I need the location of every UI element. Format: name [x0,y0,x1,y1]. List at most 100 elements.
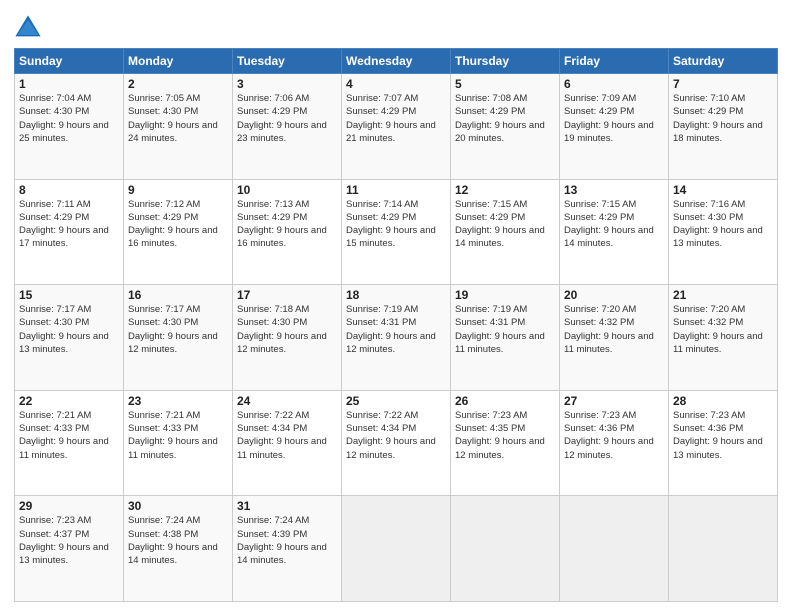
day-info: Sunrise: 7:21 AM Sunset: 4:33 PM Dayligh… [128,409,228,462]
daylight-label: Daylight: 9 hours and 19 minutes. [564,120,654,144]
day-number: 2 [128,77,228,91]
daylight-label: Daylight: 9 hours and 12 minutes. [455,436,545,460]
day-info: Sunrise: 7:05 AM Sunset: 4:30 PM Dayligh… [128,92,228,145]
daylight-label: Daylight: 9 hours and 13 minutes. [673,225,763,249]
calendar-cell: 22 Sunrise: 7:21 AM Sunset: 4:33 PM Dayl… [15,390,124,496]
calendar-cell: 5 Sunrise: 7:08 AM Sunset: 4:29 PM Dayli… [451,74,560,180]
daylight-label: Daylight: 9 hours and 15 minutes. [346,225,436,249]
day-number: 3 [237,77,337,91]
sunset-label: Sunset: 4:32 PM [673,317,743,328]
day-info: Sunrise: 7:18 AM Sunset: 4:30 PM Dayligh… [237,303,337,356]
header [14,10,778,42]
sunset-label: Sunset: 4:29 PM [19,212,89,223]
calendar-cell: 30 Sunrise: 7:24 AM Sunset: 4:38 PM Dayl… [124,496,233,602]
sunrise-label: Sunrise: 7:22 AM [237,410,309,421]
daylight-label: Daylight: 9 hours and 12 minutes. [237,331,327,355]
daylight-label: Daylight: 9 hours and 17 minutes. [19,225,109,249]
day-number: 26 [455,394,555,408]
calendar-cell: 26 Sunrise: 7:23 AM Sunset: 4:35 PM Dayl… [451,390,560,496]
day-info: Sunrise: 7:14 AM Sunset: 4:29 PM Dayligh… [346,198,446,251]
day-number: 9 [128,183,228,197]
sunset-label: Sunset: 4:30 PM [128,317,198,328]
sunrise-label: Sunrise: 7:08 AM [455,93,527,104]
sunrise-label: Sunrise: 7:12 AM [128,199,200,210]
page: SundayMondayTuesdayWednesdayThursdayFrid… [0,0,792,612]
day-info: Sunrise: 7:20 AM Sunset: 4:32 PM Dayligh… [564,303,664,356]
calendar-cell: 10 Sunrise: 7:13 AM Sunset: 4:29 PM Dayl… [233,179,342,285]
sunset-label: Sunset: 4:35 PM [455,423,525,434]
sunrise-label: Sunrise: 7:14 AM [346,199,418,210]
column-header-monday: Monday [124,49,233,74]
daylight-label: Daylight: 9 hours and 14 minutes. [237,542,327,566]
sunset-label: Sunset: 4:30 PM [673,212,743,223]
sunrise-label: Sunrise: 7:11 AM [19,199,91,210]
sunset-label: Sunset: 4:34 PM [237,423,307,434]
calendar-cell: 24 Sunrise: 7:22 AM Sunset: 4:34 PM Dayl… [233,390,342,496]
day-info: Sunrise: 7:04 AM Sunset: 4:30 PM Dayligh… [19,92,119,145]
daylight-label: Daylight: 9 hours and 24 minutes. [128,120,218,144]
day-info: Sunrise: 7:12 AM Sunset: 4:29 PM Dayligh… [128,198,228,251]
day-info: Sunrise: 7:22 AM Sunset: 4:34 PM Dayligh… [237,409,337,462]
daylight-label: Daylight: 9 hours and 16 minutes. [128,225,218,249]
day-info: Sunrise: 7:19 AM Sunset: 4:31 PM Dayligh… [346,303,446,356]
daylight-label: Daylight: 9 hours and 11 minutes. [564,331,654,355]
calendar-cell [342,496,451,602]
sunset-label: Sunset: 4:30 PM [19,106,89,117]
sunset-label: Sunset: 4:30 PM [19,317,89,328]
day-info: Sunrise: 7:24 AM Sunset: 4:38 PM Dayligh… [128,514,228,567]
day-info: Sunrise: 7:23 AM Sunset: 4:37 PM Dayligh… [19,514,119,567]
day-number: 20 [564,288,664,302]
calendar-cell: 29 Sunrise: 7:23 AM Sunset: 4:37 PM Dayl… [15,496,124,602]
column-header-tuesday: Tuesday [233,49,342,74]
sunset-label: Sunset: 4:29 PM [237,212,307,223]
sunset-label: Sunset: 4:29 PM [564,212,634,223]
calendar-cell: 19 Sunrise: 7:19 AM Sunset: 4:31 PM Dayl… [451,285,560,391]
daylight-label: Daylight: 9 hours and 11 minutes. [455,331,545,355]
column-header-friday: Friday [560,49,669,74]
sunrise-label: Sunrise: 7:23 AM [19,515,91,526]
calendar-table: SundayMondayTuesdayWednesdayThursdayFrid… [14,48,778,602]
calendar-cell [560,496,669,602]
day-number: 8 [19,183,119,197]
sunset-label: Sunset: 4:29 PM [237,106,307,117]
day-info: Sunrise: 7:06 AM Sunset: 4:29 PM Dayligh… [237,92,337,145]
calendar-cell: 2 Sunrise: 7:05 AM Sunset: 4:30 PM Dayli… [124,74,233,180]
sunrise-label: Sunrise: 7:15 AM [455,199,527,210]
daylight-label: Daylight: 9 hours and 11 minutes. [237,436,327,460]
calendar-cell [451,496,560,602]
sunset-label: Sunset: 4:29 PM [673,106,743,117]
sunset-label: Sunset: 4:36 PM [673,423,743,434]
daylight-label: Daylight: 9 hours and 13 minutes. [673,436,763,460]
calendar-cell [669,496,778,602]
sunset-label: Sunset: 4:39 PM [237,529,307,540]
daylight-label: Daylight: 9 hours and 20 minutes. [455,120,545,144]
daylight-label: Daylight: 9 hours and 12 minutes. [128,331,218,355]
day-number: 29 [19,499,119,513]
calendar-week-row: 1 Sunrise: 7:04 AM Sunset: 4:30 PM Dayli… [15,74,778,180]
daylight-label: Daylight: 9 hours and 11 minutes. [673,331,763,355]
sunset-label: Sunset: 4:33 PM [19,423,89,434]
calendar-cell: 20 Sunrise: 7:20 AM Sunset: 4:32 PM Dayl… [560,285,669,391]
daylight-label: Daylight: 9 hours and 23 minutes. [237,120,327,144]
sunrise-label: Sunrise: 7:17 AM [128,304,200,315]
sunset-label: Sunset: 4:29 PM [346,212,416,223]
day-number: 4 [346,77,446,91]
calendar-cell: 7 Sunrise: 7:10 AM Sunset: 4:29 PM Dayli… [669,74,778,180]
day-info: Sunrise: 7:24 AM Sunset: 4:39 PM Dayligh… [237,514,337,567]
column-header-thursday: Thursday [451,49,560,74]
daylight-label: Daylight: 9 hours and 12 minutes. [346,436,436,460]
calendar-cell: 4 Sunrise: 7:07 AM Sunset: 4:29 PM Dayli… [342,74,451,180]
day-number: 31 [237,499,337,513]
day-number: 7 [673,77,773,91]
sunrise-label: Sunrise: 7:17 AM [19,304,91,315]
sunrise-label: Sunrise: 7:16 AM [673,199,745,210]
calendar-cell: 16 Sunrise: 7:17 AM Sunset: 4:30 PM Dayl… [124,285,233,391]
calendar-cell: 13 Sunrise: 7:15 AM Sunset: 4:29 PM Dayl… [560,179,669,285]
calendar-cell: 18 Sunrise: 7:19 AM Sunset: 4:31 PM Dayl… [342,285,451,391]
sunrise-label: Sunrise: 7:10 AM [673,93,745,104]
calendar-week-row: 22 Sunrise: 7:21 AM Sunset: 4:33 PM Dayl… [15,390,778,496]
sunrise-label: Sunrise: 7:05 AM [128,93,200,104]
day-number: 18 [346,288,446,302]
day-number: 21 [673,288,773,302]
day-number: 12 [455,183,555,197]
